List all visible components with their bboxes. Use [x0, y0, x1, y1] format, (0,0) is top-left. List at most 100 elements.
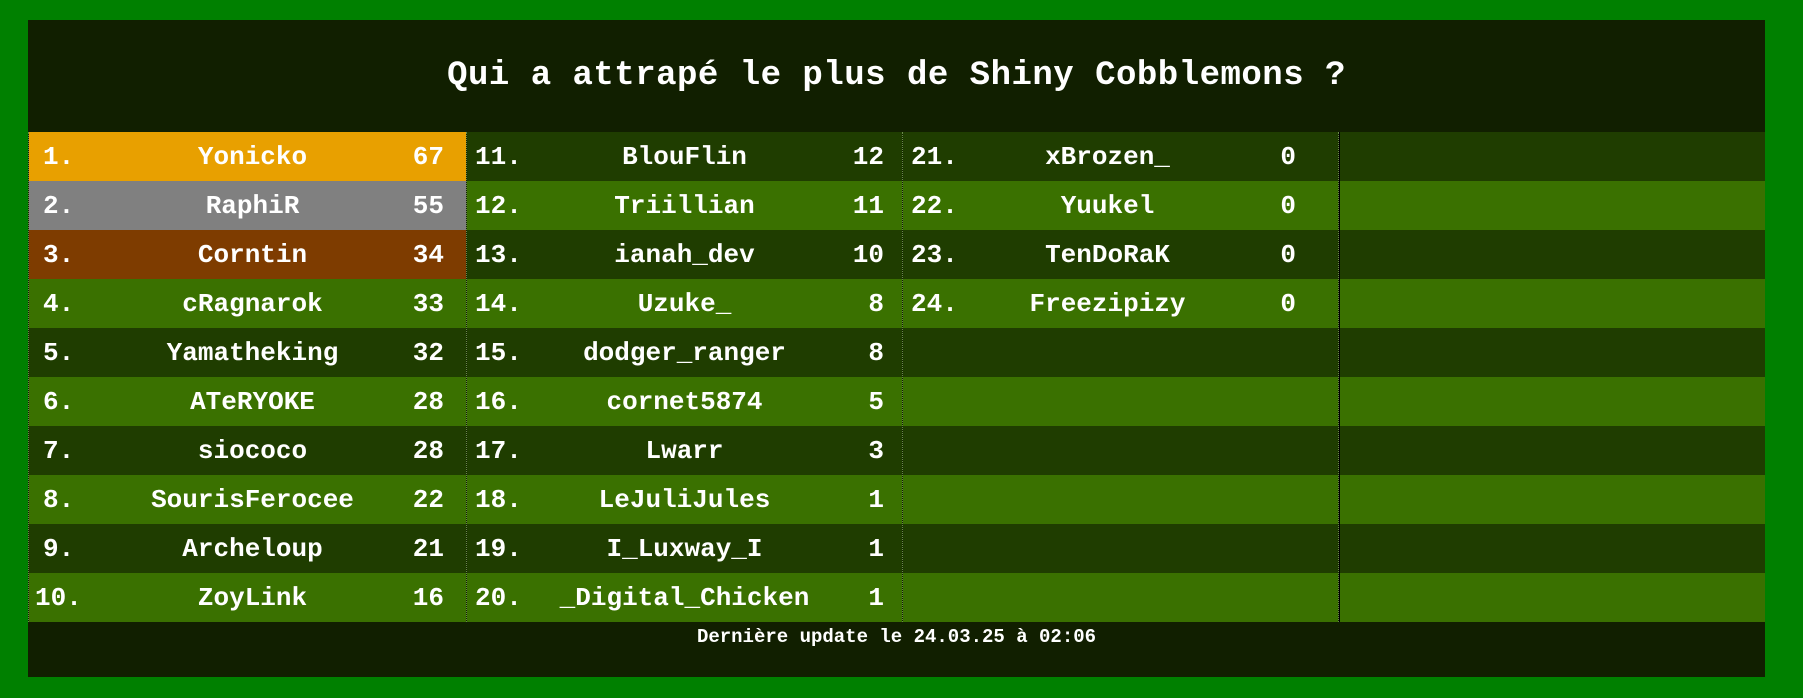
rank: 8. — [43, 484, 75, 515]
shiny-count: 1 — [868, 533, 884, 564]
player-name: siococo — [197, 435, 308, 466]
player-name: cornet5874 — [606, 386, 763, 417]
leaderboard-row-7: 7. siococo 28 — [29, 426, 466, 475]
player-name: ianah_dev — [614, 239, 755, 270]
player-name: LeJuliJules — [598, 484, 771, 515]
player-name: TenDoRaK — [1045, 239, 1170, 270]
leaderboard-row-3: 3. Corntin 34 — [29, 230, 466, 279]
shiny-count: 28 — [412, 435, 444, 466]
empty-row — [1340, 132, 1765, 181]
leaderboard-row-22: 22. Yuukel 0 — [903, 181, 1338, 230]
empty-row — [1340, 475, 1765, 524]
leaderboard-row-18: 18. LeJuliJules 1 — [467, 475, 902, 524]
leaderboard-row-2: 2. RaphiR 55 — [29, 181, 466, 230]
empty-row — [903, 426, 1338, 475]
player-name: cRagnarok — [182, 288, 323, 319]
player-name: Yamatheking — [166, 337, 339, 368]
rank: 10. — [35, 582, 82, 613]
empty-row — [1340, 426, 1765, 475]
player-name: Freezipizy — [1029, 288, 1186, 319]
leaderboard-column-1: 1. Yonicko 67 2. RaphiR 55 3. Corntin 34… — [28, 132, 466, 622]
shiny-count: 28 — [412, 386, 444, 417]
rank: 18. — [475, 484, 522, 515]
empty-row — [903, 475, 1338, 524]
shiny-count: 16 — [412, 582, 444, 613]
rank: 7. — [43, 435, 75, 466]
leaderboard-row-8: 8. SourisFerocee 22 — [29, 475, 466, 524]
shiny-count: 67 — [412, 141, 444, 172]
rank: 21. — [911, 141, 958, 172]
player-name: I_Luxway_I — [606, 533, 763, 564]
empty-row — [903, 377, 1338, 426]
leaderboard-row-1: 1. Yonicko 67 — [29, 132, 466, 181]
empty-row — [903, 573, 1338, 622]
empty-row — [1340, 279, 1765, 328]
leaderboard-row-24: 24. Freezipizy 0 — [903, 279, 1338, 328]
leaderboard-row-14: 14. Uzuke_ 8 — [467, 279, 902, 328]
player-name: Triillian — [614, 190, 755, 221]
shiny-count: 0 — [1280, 288, 1296, 319]
rank: 24. — [911, 288, 958, 319]
rank: 22. — [911, 190, 958, 221]
shiny-count: 55 — [412, 190, 444, 221]
shiny-count: 8 — [868, 288, 884, 319]
player-name: Uzuke_ — [637, 288, 732, 319]
empty-row — [903, 524, 1338, 573]
player-name: SourisFerocee — [151, 484, 354, 515]
leaderboard-row-13: 13. ianah_dev 10 — [467, 230, 902, 279]
player-name: RaphiR — [205, 190, 300, 221]
shiny-count: 11 — [852, 190, 884, 221]
shiny-count: 0 — [1280, 239, 1296, 270]
leaderboard-column-3: 21. xBrozen_ 0 22. Yuukel 0 23. TenDoRaK… — [902, 132, 1339, 622]
rank: 20. — [475, 582, 522, 613]
rank: 6. — [43, 386, 75, 417]
player-name: xBrozen_ — [1045, 141, 1170, 172]
shiny-count: 1 — [868, 582, 884, 613]
leaderboard-row-17: 17. Lwarr 3 — [467, 426, 902, 475]
rank: 17. — [475, 435, 522, 466]
leaderboard-column-4 — [1339, 132, 1765, 622]
rank: 9. — [43, 533, 75, 564]
shiny-count: 21 — [412, 533, 444, 564]
leaderboard-row-6: 6. ATeRYOKE 28 — [29, 377, 466, 426]
shiny-count: 0 — [1280, 190, 1296, 221]
empty-row — [1340, 377, 1765, 426]
leaderboard-row-5: 5. Yamatheking 32 — [29, 328, 466, 377]
shiny-count: 34 — [412, 239, 444, 270]
last-update-text: Dernière update le 24.03.25 à 02:06 — [696, 626, 1097, 648]
empty-row — [1340, 181, 1765, 230]
empty-row — [1340, 230, 1765, 279]
rank: 2. — [43, 190, 75, 221]
leaderboard-row-21: 21. xBrozen_ 0 — [903, 132, 1338, 181]
rank: 12. — [475, 190, 522, 221]
player-name: Lwarr — [645, 435, 724, 466]
rank: 4. — [43, 288, 75, 319]
player-name: BlouFlin — [622, 141, 747, 172]
player-name: ATeRYOKE — [190, 386, 315, 417]
leaderboard-column-2: 11. BlouFlin 12 12. Triillian 11 13. ian… — [466, 132, 902, 622]
leaderboard-row-4: 4. cRagnarok 33 — [29, 279, 466, 328]
shiny-count: 32 — [412, 337, 444, 368]
leaderboard-title: Qui a attrapé le plus de Shiny Cobblemon… — [447, 57, 1346, 95]
empty-row — [1340, 328, 1765, 377]
leaderboard-row-12: 12. Triillian 11 — [467, 181, 902, 230]
shiny-count: 3 — [868, 435, 884, 466]
rank: 15. — [475, 337, 522, 368]
shiny-count: 5 — [868, 386, 884, 417]
empty-row — [1340, 573, 1765, 622]
rank: 23. — [911, 239, 958, 270]
shiny-count: 22 — [412, 484, 444, 515]
player-name: _Digital_Chicken — [559, 582, 810, 613]
rank: 3. — [43, 239, 75, 270]
leaderboard-row-15: 15. dodger_ranger 8 — [467, 328, 902, 377]
leaderboard-row-16: 16. cornet5874 5 — [467, 377, 902, 426]
empty-row — [1340, 524, 1765, 573]
empty-row — [903, 328, 1338, 377]
shiny-count: 10 — [852, 239, 884, 270]
shiny-count: 0 — [1280, 141, 1296, 172]
player-name: Yuukel — [1060, 190, 1155, 221]
player-name: Yonicko — [197, 141, 308, 172]
leaderboard-panel: Qui a attrapé le plus de Shiny Cobblemon… — [28, 20, 1765, 677]
rank: 16. — [475, 386, 522, 417]
rank: 11. — [475, 141, 522, 172]
